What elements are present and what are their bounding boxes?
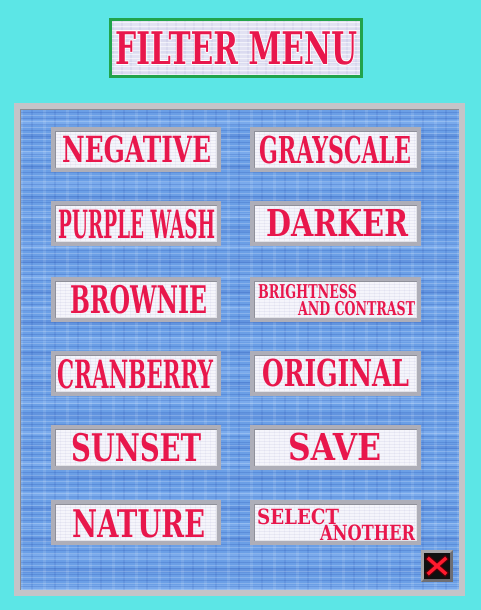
title-graphic: FILTER MENU <box>114 21 358 75</box>
purple-wash-label: PURPLE WASH <box>58 205 215 242</box>
select-another-button-face: SELECT ANOTHER <box>257 504 415 541</box>
select-another-label-line-2: ANOTHER <box>319 520 415 541</box>
grayscale-label: GRAYSCALE <box>259 131 411 168</box>
save-button-face: SAVE <box>288 429 381 466</box>
page-title: FILTER MENU <box>115 22 357 75</box>
brightness-contrast-button[interactable]: BRIGHTNESS AND CONTRAST <box>250 277 421 322</box>
negative-button[interactable]: NEGATIVE <box>51 127 221 172</box>
close-icon <box>424 554 450 578</box>
brightness-contrast-button-face: BRIGHTNESS AND CONTRAST <box>258 281 415 318</box>
cranberry-button[interactable]: CRANBERRY <box>51 351 221 396</box>
purple-wash-button[interactable]: PURPLE WASH <box>51 201 221 246</box>
brownie-button-face: BROWNIE <box>70 281 207 318</box>
original-button[interactable]: ORIGINAL <box>250 351 421 396</box>
nature-label: NATURE <box>72 504 205 541</box>
brownie-button[interactable]: BROWNIE <box>51 277 221 322</box>
original-label: ORIGINAL <box>262 355 409 392</box>
select-another-button[interactable]: SELECT ANOTHER <box>250 500 421 545</box>
save-button[interactable]: SAVE <box>250 425 421 470</box>
sunset-button[interactable]: SUNSET <box>51 425 221 470</box>
cranberry-label: CRANBERRY <box>57 355 214 392</box>
nature-button[interactable]: NATURE <box>51 500 221 545</box>
purple-wash-button-face: PURPLE WASH <box>58 205 215 242</box>
darker-button[interactable]: DARKER <box>250 201 421 246</box>
sunset-label: SUNSET <box>71 429 201 466</box>
grayscale-button[interactable]: GRAYSCALE <box>250 127 421 172</box>
grayscale-button-face: GRAYSCALE <box>259 131 411 168</box>
darker-button-face: DARKER <box>266 205 408 242</box>
brownie-label: BROWNIE <box>70 281 207 318</box>
close-button[interactable] <box>421 550 453 582</box>
sunset-button-face: SUNSET <box>71 429 201 466</box>
title-banner: FILTER MENU <box>109 18 363 78</box>
darker-label: DARKER <box>266 205 408 242</box>
cranberry-button-face: CRANBERRY <box>57 355 214 392</box>
filter-menu-page: FILTER MENU NEGATIVE GRAYSCALE PURPLE WA… <box>0 0 481 610</box>
filter-buttons-panel: NEGATIVE GRAYSCALE PURPLE WASH DARKER BR… <box>14 103 465 596</box>
negative-label: NEGATIVE <box>62 131 211 168</box>
negative-button-face: NEGATIVE <box>62 131 211 168</box>
nature-button-face: NATURE <box>72 504 205 541</box>
brightness-contrast-label-line-2: AND CONTRAST <box>297 298 415 318</box>
original-button-face: ORIGINAL <box>262 355 409 392</box>
save-label: SAVE <box>288 429 381 466</box>
